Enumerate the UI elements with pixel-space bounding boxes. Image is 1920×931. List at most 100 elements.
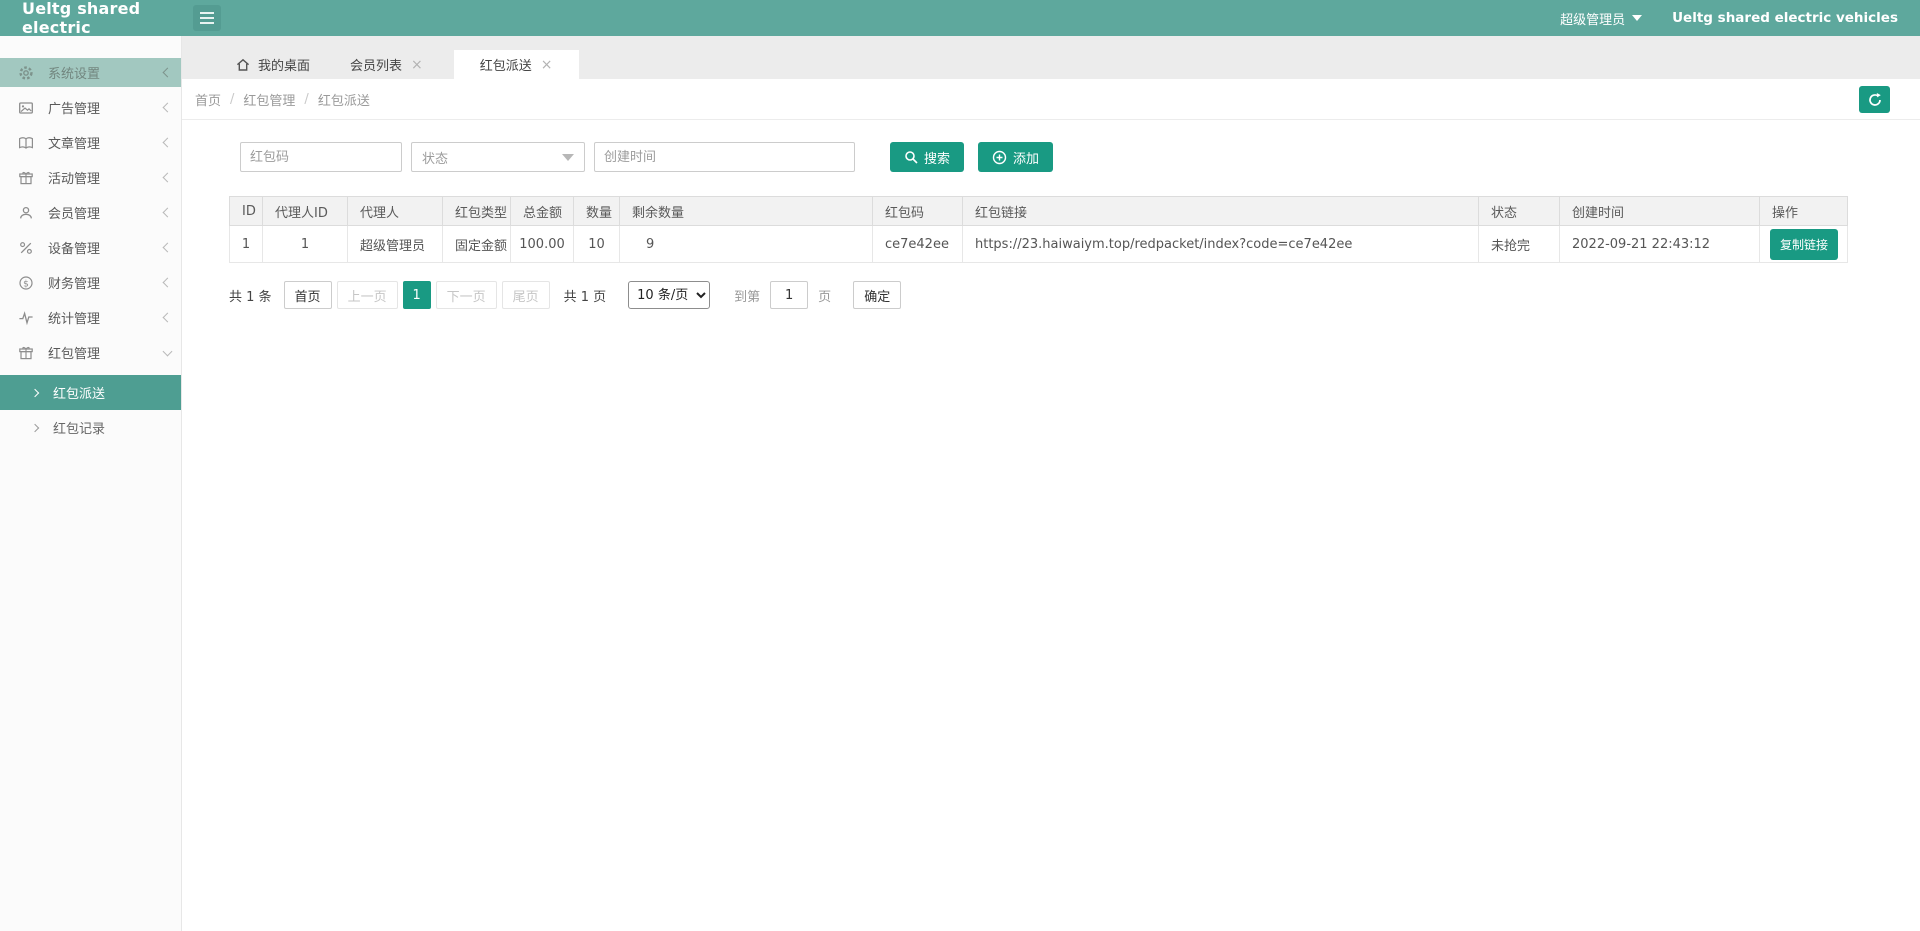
search-button[interactable]: 搜索 [890, 142, 964, 172]
sidebar-item-activity-management[interactable]: 活动管理 [0, 163, 181, 192]
sidebar-item-system-settings[interactable]: 系统设置 [0, 58, 181, 87]
copy-link-button[interactable]: 复制链接 [1770, 229, 1838, 260]
goto-prefix-label: 到第 [734, 286, 760, 305]
chevron-left-icon [163, 313, 173, 323]
pulse-icon [18, 310, 34, 326]
cell-remaining: 9 [620, 226, 873, 263]
add-button[interactable]: 添加 [978, 142, 1053, 172]
redpacket-code-input[interactable] [240, 142, 402, 172]
top-bar: Ueltg shared electric 超级管理员 Ueltg shared… [0, 0, 1920, 36]
chevron-left-icon [163, 208, 173, 218]
user-role-label: 超级管理员 [1560, 9, 1625, 28]
goto-confirm-button[interactable]: 确定 [853, 281, 901, 309]
sidebar-item-member-management[interactable]: 会员管理 [0, 198, 181, 227]
sidebar-item-label: 系统设置 [48, 63, 164, 82]
caret-down-icon [1632, 15, 1642, 21]
cell-code: ce7e42ee [873, 226, 963, 263]
sidebar-item-label: 活动管理 [48, 168, 164, 187]
home-icon [235, 57, 251, 73]
cell-link: https://23.haiwaiym.top/redpacket/index?… [963, 226, 1479, 263]
table-row: 1 1 超级管理员 固定金额 100.00 10 9 ce7e42ee http… [230, 226, 1848, 263]
sidebar-item-device-management[interactable]: 设备管理 [0, 233, 181, 262]
last-page-button: 尾页 [502, 281, 550, 309]
sidebar-subitem-redpacket-send[interactable]: 红包派送 [0, 375, 181, 410]
tab-label: 会员列表 [350, 55, 402, 74]
tools-icon [18, 240, 34, 256]
sidebar-item-redpacket-management[interactable]: 红包管理 [0, 338, 181, 367]
total-pages-label: 共 1 页 [564, 286, 607, 305]
select-caret-icon [562, 154, 574, 161]
tab-label: 红包派送 [480, 55, 532, 74]
col-agent: 代理人 [348, 197, 443, 226]
per-page-select[interactable]: 10 条/页 [628, 281, 710, 309]
dollar-icon: $ [18, 275, 34, 291]
sidebar-item-ad-management[interactable]: 广告管理 [0, 93, 181, 122]
add-button-label: 添加 [1013, 148, 1039, 167]
cell-count: 10 [574, 226, 620, 263]
chevron-left-icon [163, 278, 173, 288]
col-created: 创建时间 [1560, 197, 1760, 226]
cell-type: 固定金额 [443, 226, 511, 263]
sidebar-item-label: 文章管理 [48, 133, 164, 152]
first-page-button[interactable]: 首页 [284, 281, 332, 309]
cell-total: 100.00 [511, 226, 574, 263]
search-button-label: 搜索 [924, 148, 950, 167]
status-select[interactable]: 状态 [411, 142, 585, 172]
breadcrumb-redpacket-management[interactable]: 红包管理 [243, 90, 295, 109]
tab-my-desktop[interactable]: 我的桌面 [226, 50, 319, 79]
tab-label: 我的桌面 [258, 55, 310, 74]
breadcrumb-home[interactable]: 首页 [195, 90, 221, 109]
breadcrumb-separator: / [230, 92, 234, 107]
arrow-right-icon [31, 423, 39, 431]
tab-strip: 我的桌面 会员列表 × 红包派送 × [182, 36, 1920, 79]
sidebar: 系统设置 广告管理 文章管理 活动管理 [0, 36, 182, 931]
sidebar-toggle-button[interactable] [193, 5, 221, 31]
filter-bar: 状态 搜索 添加 [240, 142, 1920, 172]
cell-created: 2022-09-21 22:43:12 [1560, 226, 1760, 263]
current-page-button[interactable]: 1 [403, 281, 431, 309]
close-icon[interactable]: × [541, 58, 553, 72]
sidebar-item-finance-management[interactable]: $ 财务管理 [0, 268, 181, 297]
goto-page-input[interactable] [770, 281, 808, 309]
close-icon[interactable]: × [411, 58, 423, 72]
breadcrumb: 首页 / 红包管理 / 红包派送 [195, 90, 370, 109]
col-remaining: 剩余数量 [620, 197, 873, 226]
sidebar-subitem-label: 红包派送 [53, 383, 105, 402]
breadcrumb-separator: / [304, 92, 308, 107]
chevron-left-icon [163, 103, 173, 113]
sidebar-item-label: 财务管理 [48, 273, 164, 292]
tab-member-list[interactable]: 会员列表 × [341, 50, 432, 79]
col-type: 红包类型 [443, 197, 511, 226]
total-count-label: 共 1 条 [229, 286, 272, 305]
chevron-left-icon [163, 243, 173, 253]
breadcrumb-row: 首页 / 红包管理 / 红包派送 [182, 79, 1920, 120]
sidebar-item-label: 广告管理 [48, 98, 164, 117]
chevron-left-icon [163, 173, 173, 183]
col-code: 红包码 [873, 197, 963, 226]
arrow-right-icon [31, 388, 39, 396]
sidebar-subitem-redpacket-records[interactable]: 红包记录 [0, 410, 181, 445]
chevron-down-icon [163, 346, 173, 356]
user-role-dropdown[interactable]: 超级管理员 [1560, 9, 1642, 28]
refresh-button[interactable] [1859, 86, 1890, 113]
col-id: ID [230, 197, 263, 226]
sidebar-item-label: 红包管理 [48, 343, 164, 362]
sidebar-item-label: 统计管理 [48, 308, 164, 327]
redpacket-icon [18, 345, 34, 361]
refresh-icon [1867, 92, 1883, 108]
sidebar-item-statistics-management[interactable]: 统计管理 [0, 303, 181, 332]
cell-status: 未抢完 [1479, 226, 1560, 263]
breadcrumb-current: 红包派送 [318, 90, 370, 109]
tab-redpacket-send[interactable]: 红包派送 × [454, 50, 579, 79]
created-time-input[interactable] [594, 142, 855, 172]
sidebar-item-article-management[interactable]: 文章管理 [0, 128, 181, 157]
status-select-placeholder: 状态 [422, 148, 448, 167]
user-icon [18, 205, 34, 221]
next-page-button: 下一页 [436, 281, 497, 309]
pagination-bar: 共 1 条 首页 上一页 1 下一页 尾页 共 1 页 10 条/页 到第 页 … [229, 281, 1920, 309]
col-link: 红包链接 [963, 197, 1479, 226]
col-total: 总金额 [511, 197, 574, 226]
book-icon [18, 135, 34, 151]
cell-id: 1 [230, 226, 263, 263]
gift-icon [18, 170, 34, 186]
